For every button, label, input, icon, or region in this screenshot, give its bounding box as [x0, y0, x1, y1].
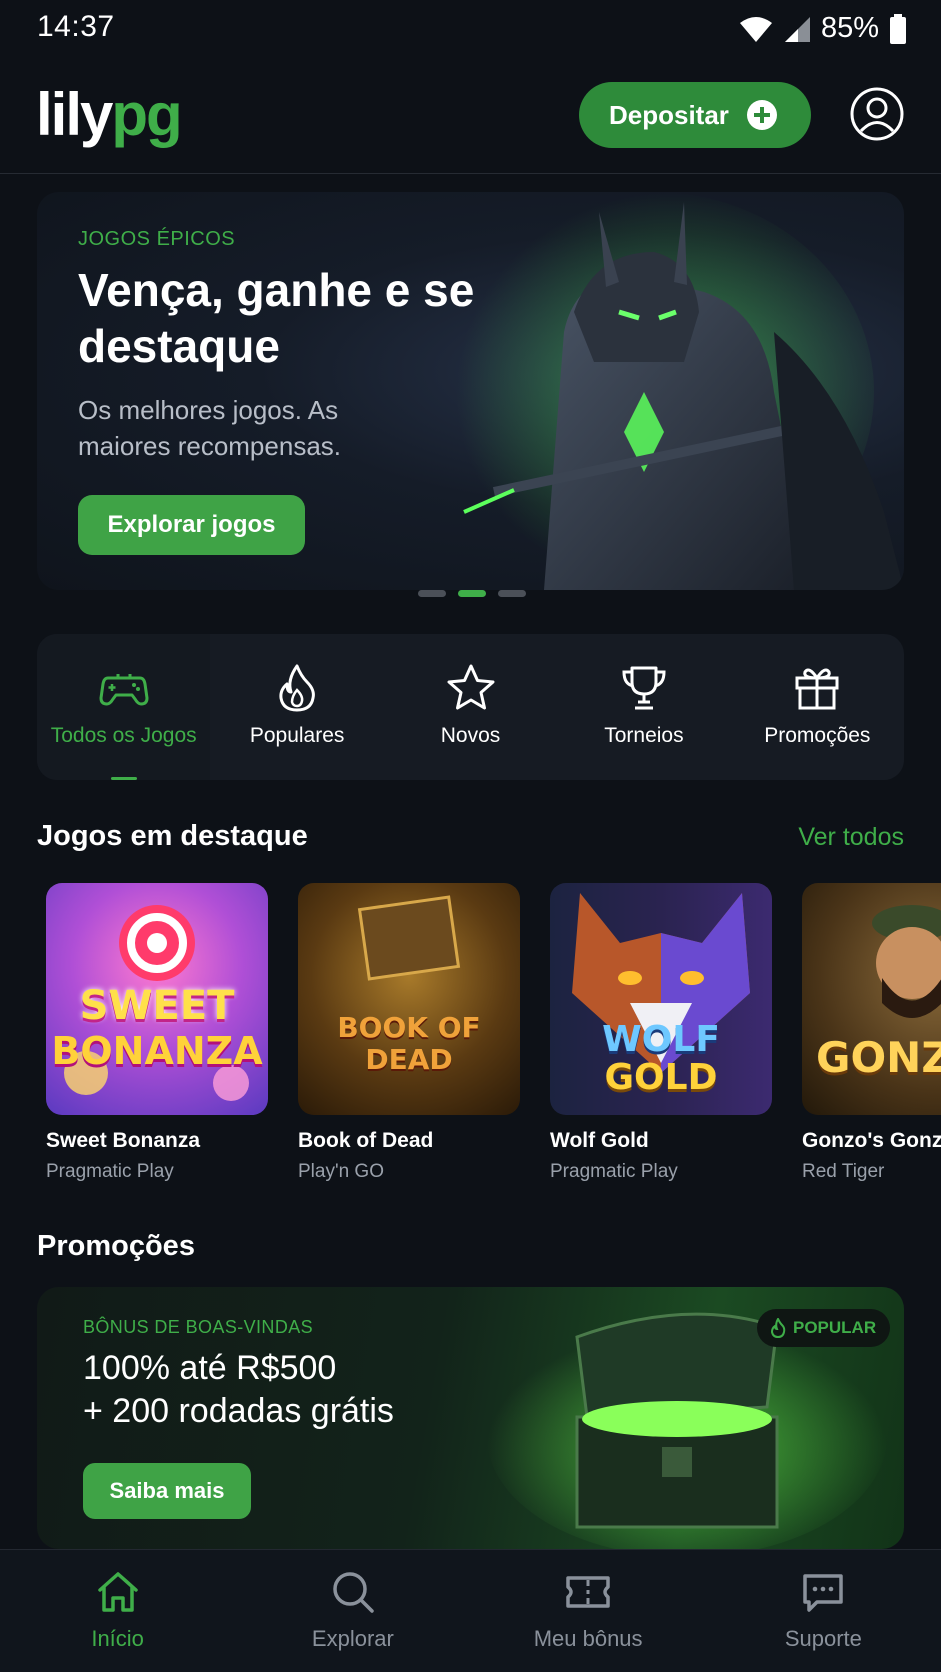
nav-label: Suporte: [784, 1626, 862, 1651]
carousel-dot[interactable]: [418, 590, 446, 597]
status-time: 14:37: [37, 10, 115, 43]
flame-icon: [279, 664, 315, 712]
home-icon: [97, 1572, 138, 1612]
hero-subtitle: Os melhores jogos. As maiores recompensa…: [78, 395, 341, 461]
game-provider: Play'n GO: [298, 1161, 384, 1182]
signal-icon: [784, 16, 810, 42]
game-name: Sweet Bonanza: [46, 1129, 201, 1152]
game-provider: Pragmatic Play: [550, 1161, 678, 1182]
game-art-title: GOLD: [604, 1057, 718, 1098]
tab-label: Todos os Jogos: [50, 724, 197, 747]
nav-label: Explorar: [311, 1626, 394, 1651]
nav-label: Meu bônus: [533, 1626, 643, 1651]
tab-label: Promoções: [764, 724, 871, 747]
carousel-indicator: [418, 590, 526, 597]
promo-headline-line2: + 200 rodadas grátis: [83, 1392, 394, 1430]
brand-logo[interactable]: lilypg: [36, 80, 183, 149]
game-card[interactable]: SWEET BONANZA Sweet Bonanza Pragmatic Pl…: [46, 883, 268, 1183]
promotions-section-title: Promoções: [37, 1230, 195, 1262]
game-provider: Pragmatic Play: [46, 1161, 174, 1182]
nav-item-explore[interactable]: Explorar: [235, 1550, 470, 1672]
game-art-title: DEAD: [365, 1043, 453, 1076]
carousel-dot[interactable]: [498, 590, 526, 597]
tab-popular[interactable]: Populares: [210, 634, 383, 780]
tab-new[interactable]: Novos: [384, 634, 557, 780]
status-icons: 85%: [739, 12, 907, 45]
game-thumbnail[interactable]: GONZO: [802, 883, 941, 1115]
search-icon: [333, 1572, 374, 1613]
learn-more-button[interactable]: Saiba mais: [83, 1463, 251, 1519]
game-thumbnail[interactable]: SWEET BONANZA: [46, 883, 268, 1115]
game-thumbnail[interactable]: WOLF GOLD: [550, 883, 772, 1115]
game-art-title: BONANZA: [51, 1029, 263, 1073]
popular-badge: POPULAR: [757, 1309, 891, 1347]
promo-headline: 100% até R$500 + 200 rodadas grátis: [83, 1347, 394, 1433]
popular-badge-label: POPULAR: [793, 1318, 877, 1337]
deposit-label: Depositar: [609, 99, 729, 130]
game-art-title: SWEET: [79, 983, 235, 1029]
nav-item-home[interactable]: Início: [0, 1550, 235, 1672]
category-tabs: Todos os Jogos Populares Novos Torneios …: [37, 634, 904, 780]
game-name: Wolf Gold: [550, 1129, 649, 1152]
tab-label: Torneios: [604, 724, 684, 747]
trophy-icon: [622, 666, 666, 710]
armored-knight-illustration: [434, 192, 904, 590]
flame-icon: [770, 1318, 786, 1338]
tab-all-games[interactable]: Todos os Jogos: [37, 634, 211, 780]
explore-games-button[interactable]: Explorar jogos: [78, 495, 305, 555]
gamepad-icon: [99, 674, 149, 706]
status-bar: 14:37 85%: [0, 0, 941, 56]
featured-games-carousel[interactable]: SWEET BONANZA Sweet Bonanza Pragmatic Pl…: [46, 883, 941, 1193]
tab-tournaments[interactable]: Torneios: [557, 634, 730, 780]
game-thumbnail[interactable]: BOOK OF DEAD: [298, 883, 520, 1115]
nav-label: Início: [91, 1626, 144, 1651]
plus-circle-icon: [746, 100, 777, 130]
star-icon: [447, 664, 495, 710]
game-card[interactable]: WOLF GOLD Wolf Gold Pragmatic Play: [550, 883, 772, 1183]
carousel-dot-active[interactable]: [458, 590, 486, 597]
nav-item-support[interactable]: Suporte: [706, 1550, 941, 1672]
hero-banner[interactable]: JOGOS ÉPICOS Vença, ganhe e se destaque …: [37, 192, 904, 590]
logo-text-primary: lily: [36, 81, 113, 148]
game-art-title: WOLF: [602, 1019, 720, 1060]
nav-item-my-bonus[interactable]: Meu bônus: [471, 1550, 706, 1672]
game-name: Book of Dead: [298, 1129, 434, 1152]
game-provider: Red Tiger: [802, 1161, 885, 1182]
game-art-title: GONZO: [816, 1033, 941, 1082]
battery-percentage: 85%: [820, 12, 879, 44]
gift-icon: [795, 668, 839, 710]
hero-kicker: JOGOS ÉPICOS: [78, 228, 236, 250]
chat-icon: [803, 1574, 844, 1612]
deposit-button[interactable]: Depositar: [579, 82, 811, 148]
tab-promotions[interactable]: Promoções: [731, 634, 904, 780]
app-header: lilypg Depositar: [0, 60, 941, 174]
promo-headline-line1: 100% até R$500: [83, 1349, 337, 1387]
ticket-icon: [566, 1576, 610, 1608]
hero-title: Vença, ganhe e se destaque: [78, 264, 475, 372]
user-profile-icon[interactable]: [849, 86, 905, 142]
ancient-book-icon: [357, 895, 461, 981]
game-card[interactable]: BOOK OF DEAD Book of Dead Play'n GO: [298, 883, 520, 1183]
bottom-navigation: Início Explorar Meu bônus Suporte: [0, 1549, 941, 1672]
promo-kicker: BÔNUS DE BOAS-VINDAS: [83, 1317, 314, 1337]
tab-label: Populares: [249, 724, 345, 747]
wifi-icon: [739, 16, 772, 42]
featured-section-title: Jogos em destaque: [37, 820, 308, 852]
battery-icon: [890, 13, 906, 44]
see-all-link[interactable]: Ver todos: [798, 823, 904, 852]
game-name: Gonzo's Gonzo: [802, 1129, 941, 1152]
game-card[interactable]: GONZO Gonzo's Gonzo Red Tiger: [802, 883, 941, 1183]
game-art-title: BOOK OF: [337, 1011, 481, 1044]
logo-text-accent: pg: [111, 81, 182, 148]
tab-label: Novos: [440, 724, 501, 747]
welcome-bonus-card[interactable]: BÔNUS DE BOAS-VINDAS 100% até R$500 + 20…: [37, 1287, 904, 1549]
